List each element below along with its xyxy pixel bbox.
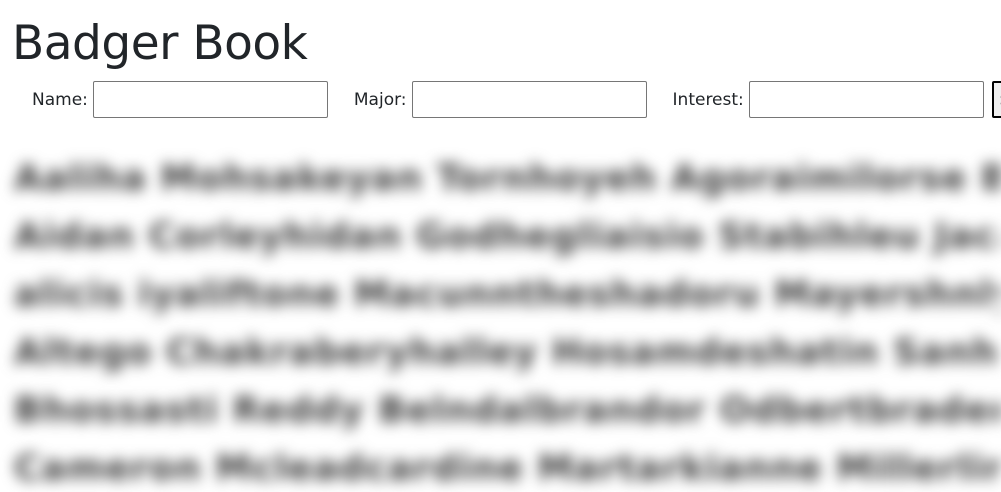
badger-book-page: Badger Book Name: Major: Interest: Searc… xyxy=(0,0,1001,492)
search-button[interactable]: Search xyxy=(991,81,1001,118)
results-list: Aaliha Mohsakeyan Tornhoyeh Agoraimilors… xyxy=(14,150,1001,492)
search-form: Name: Major: Interest: Search xyxy=(32,81,1001,118)
result-line: Cameron Mcleadcardine Martarkianne Mille… xyxy=(14,448,1001,489)
result-line: Altego Chakraberyhalley Hosamdeshatin Sa… xyxy=(14,332,1001,373)
interest-input[interactable] xyxy=(748,81,984,118)
result-line: Bhossasti Reddy Belndalbrandor Odbertbra… xyxy=(14,390,1001,431)
result-line: alicis iyaliftone Macunntheshadoru Mayer… xyxy=(14,274,1001,315)
result-line: Aaliha Mohsakeyan Tornhoyeh Agoraimilors… xyxy=(14,158,1001,199)
name-label: Name: xyxy=(32,89,88,110)
name-input[interactable] xyxy=(92,81,328,118)
major-input[interactable] xyxy=(411,81,647,118)
major-label: Major: xyxy=(353,89,407,110)
interest-label: Interest: xyxy=(672,89,744,110)
page-title: Badger Book xyxy=(12,16,308,71)
result-line: Aidan Corleyhidan Godhegliaisio Stabihle… xyxy=(14,216,1001,257)
